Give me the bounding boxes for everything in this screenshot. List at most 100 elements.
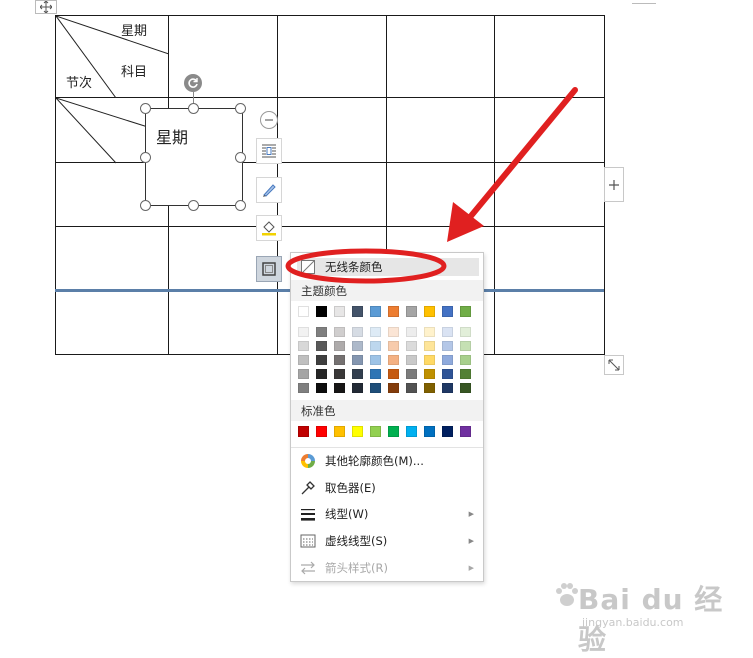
theme-shade-swatch[interactable] [316,341,327,351]
theme-shade-swatch[interactable] [460,327,471,337]
theme-color-swatch[interactable] [460,306,471,317]
theme-shade-swatch[interactable] [424,383,435,393]
drawing-pen-button[interactable] [256,177,282,203]
theme-shade-swatch[interactable] [334,369,345,379]
menu-item-no-line-color[interactable]: 无线条颜色 [297,258,479,276]
standard-color-swatch[interactable] [370,426,381,437]
theme-shade-swatch[interactable] [370,355,381,365]
standard-color-swatch[interactable] [334,426,345,437]
table-cell[interactable] [168,290,278,355]
table-cell[interactable] [277,15,387,98]
collapse-toolbar-button[interactable] [260,111,278,129]
table-resize-handle[interactable] [604,355,624,375]
theme-shade-swatch[interactable] [388,383,399,393]
table-cell[interactable] [386,15,495,98]
table-cell[interactable] [386,97,495,163]
table-cell[interactable] [494,290,605,355]
theme-shade-swatch[interactable] [316,383,327,393]
theme-shade-swatch[interactable] [298,355,309,365]
theme-shade-swatch[interactable] [316,327,327,337]
theme-shade-swatch[interactable] [442,369,453,379]
table-cell[interactable] [55,290,169,355]
standard-color-swatch[interactable] [298,426,309,437]
rotate-handle[interactable] [184,74,202,92]
fill-color-button[interactable] [256,215,282,241]
theme-shade-swatch[interactable] [370,383,381,393]
theme-shade-swatch[interactable] [334,341,345,351]
table-cell[interactable] [386,162,495,227]
theme-shade-swatch[interactable] [406,327,417,337]
layout-options-button[interactable] [256,138,282,164]
theme-color-swatch[interactable] [388,306,399,317]
menu-item-more-outline-colors[interactable]: 其他轮廓颜色(M)... [291,448,483,473]
standard-color-swatch[interactable] [316,426,327,437]
theme-shade-swatch[interactable] [370,341,381,351]
table-move-handle[interactable] [35,0,57,14]
table-cell[interactable] [494,15,605,98]
resize-handle-nw[interactable] [140,103,151,114]
theme-color-swatch[interactable] [316,306,327,317]
resize-handle-e[interactable] [235,152,246,163]
theme-shade-swatch[interactable] [424,355,435,365]
resize-handle-sw[interactable] [140,200,151,211]
theme-shade-swatch[interactable] [442,341,453,351]
standard-color-swatch[interactable] [424,426,435,437]
menu-item-eyedropper[interactable]: 取色器(E) [291,475,483,500]
theme-shade-swatch[interactable] [424,369,435,379]
shape-outline-button[interactable] [256,256,282,282]
resize-handle-w[interactable] [140,152,151,163]
theme-shade-swatch[interactable] [424,341,435,351]
resize-handle-se[interactable] [235,200,246,211]
theme-shade-swatch[interactable] [442,355,453,365]
theme-shade-swatch[interactable] [316,355,327,365]
theme-color-swatch[interactable] [370,306,381,317]
table-cell[interactable] [55,226,169,291]
theme-shade-swatch[interactable] [298,383,309,393]
resize-handle-n[interactable] [188,103,199,114]
theme-shade-swatch[interactable] [298,369,309,379]
resize-handle-s[interactable] [188,200,199,211]
table-cell[interactable] [494,97,605,163]
theme-shade-swatch[interactable] [406,383,417,393]
theme-color-swatch[interactable] [334,306,345,317]
theme-shade-swatch[interactable] [442,383,453,393]
theme-shade-swatch[interactable] [442,327,453,337]
theme-color-swatch[interactable] [298,306,309,317]
theme-shade-swatch[interactable] [352,355,363,365]
theme-shade-swatch[interactable] [406,341,417,351]
standard-color-swatch[interactable] [352,426,363,437]
theme-shade-swatch[interactable] [352,341,363,351]
table-cell[interactable] [277,97,387,163]
add-column-button[interactable] [604,167,624,202]
theme-shade-swatch[interactable] [460,341,471,351]
menu-item-dash-style[interactable]: 虚线线型(S) ▶ [291,528,483,553]
table-cell[interactable] [494,226,605,291]
theme-color-swatch[interactable] [424,306,435,317]
theme-shade-swatch[interactable] [388,355,399,365]
text-box[interactable]: 星期 [145,108,243,206]
theme-shade-swatch[interactable] [388,369,399,379]
table-cell[interactable] [277,162,387,227]
theme-color-swatch[interactable] [406,306,417,317]
resize-handle-ne[interactable] [235,103,246,114]
theme-shade-swatch[interactable] [406,355,417,365]
theme-shade-swatch[interactable] [298,327,309,337]
theme-shade-swatch[interactable] [388,341,399,351]
theme-shade-swatch[interactable] [334,383,345,393]
theme-shade-swatch[interactable] [352,383,363,393]
theme-shade-swatch[interactable] [370,369,381,379]
standard-color-swatch[interactable] [406,426,417,437]
theme-color-swatch[interactable] [442,306,453,317]
theme-shade-swatch[interactable] [460,369,471,379]
theme-shade-swatch[interactable] [370,327,381,337]
standard-color-swatch[interactable] [460,426,471,437]
table-cell[interactable] [494,162,605,227]
theme-shade-swatch[interactable] [424,327,435,337]
theme-shade-swatch[interactable] [388,327,399,337]
text-box-content[interactable]: 星期 [156,124,188,148]
theme-shade-swatch[interactable] [460,355,471,365]
theme-shade-swatch[interactable] [334,355,345,365]
theme-shade-swatch[interactable] [334,327,345,337]
theme-shade-swatch[interactable] [352,369,363,379]
standard-color-swatch[interactable] [388,426,399,437]
